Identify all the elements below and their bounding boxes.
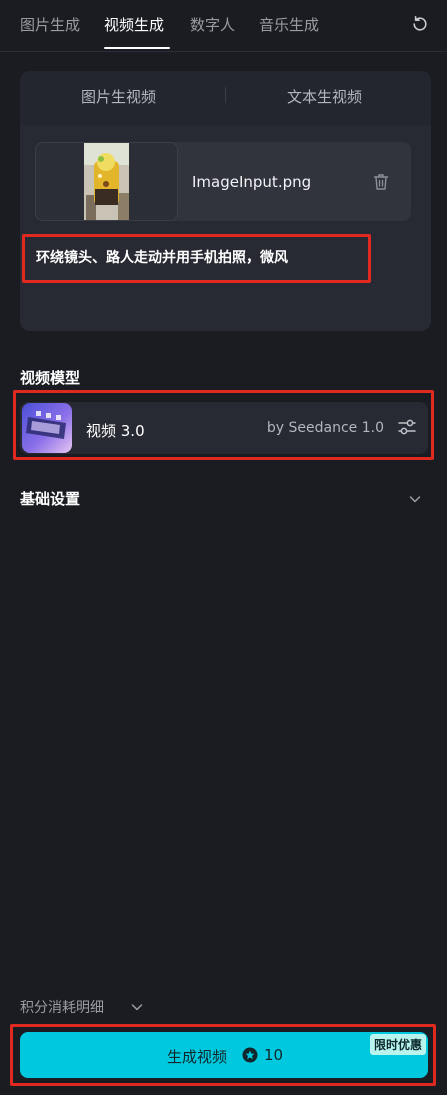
basic-settings-toggle[interactable]: 基础设置 — [20, 488, 80, 509]
mode-text-to-video[interactable]: 文本生视频 — [287, 86, 362, 107]
image-thumbnail — [84, 143, 129, 220]
video-model-title: 视频模型 — [20, 369, 81, 387]
credits-detail-toggle[interactable]: 积分消耗明细 — [20, 997, 104, 1017]
tab-music-generation[interactable]: 音乐生成 — [259, 14, 319, 35]
file-name: ImageInput.png — [192, 173, 312, 191]
trash-icon[interactable] — [373, 173, 389, 191]
promo-badge: 限时优惠 — [369, 1034, 426, 1055]
settings-sliders-icon[interactable] — [397, 417, 417, 437]
prompt-text[interactable]: 环绕镜头、路人走动并用手机拍照，微风 — [36, 247, 288, 267]
tab-video-generation[interactable]: 视频生成 — [104, 14, 164, 35]
model-thumbnail — [22, 403, 72, 453]
top-tab-bar: 图片生成 视频生成 数字人 音乐生成 — [0, 0, 447, 52]
chevron-down-icon[interactable] — [408, 492, 422, 506]
credit-coin-icon — [242, 1047, 258, 1063]
model-provider: by Seedance 1.0 — [266, 420, 384, 436]
tab-digital-human[interactable]: 数字人 — [190, 14, 235, 35]
image-thumbnail-frame[interactable] — [35, 142, 178, 221]
model-name: 视频 3.0 — [86, 422, 145, 440]
active-tab-indicator — [104, 47, 170, 49]
generate-label: 生成视频 — [167, 1048, 228, 1066]
chevron-down-icon[interactable] — [130, 1000, 144, 1014]
generate-video-button[interactable]: 生成视频 10 限时优惠 — [20, 1032, 428, 1078]
generate-cost: 10 — [264, 1046, 284, 1064]
mode-image-to-video[interactable]: 图片生视频 — [81, 86, 156, 107]
mode-divider — [225, 87, 226, 103]
video-model-selector[interactable]: 视频 3.0 by Seedance 1.0 — [20, 402, 428, 454]
refresh-icon[interactable] — [411, 15, 429, 33]
tab-image-generation[interactable]: 图片生成 — [20, 14, 80, 35]
mode-switch: 图片生视频 文本生视频 — [20, 71, 431, 119]
uploaded-file-row: ImageInput.png — [35, 142, 411, 221]
